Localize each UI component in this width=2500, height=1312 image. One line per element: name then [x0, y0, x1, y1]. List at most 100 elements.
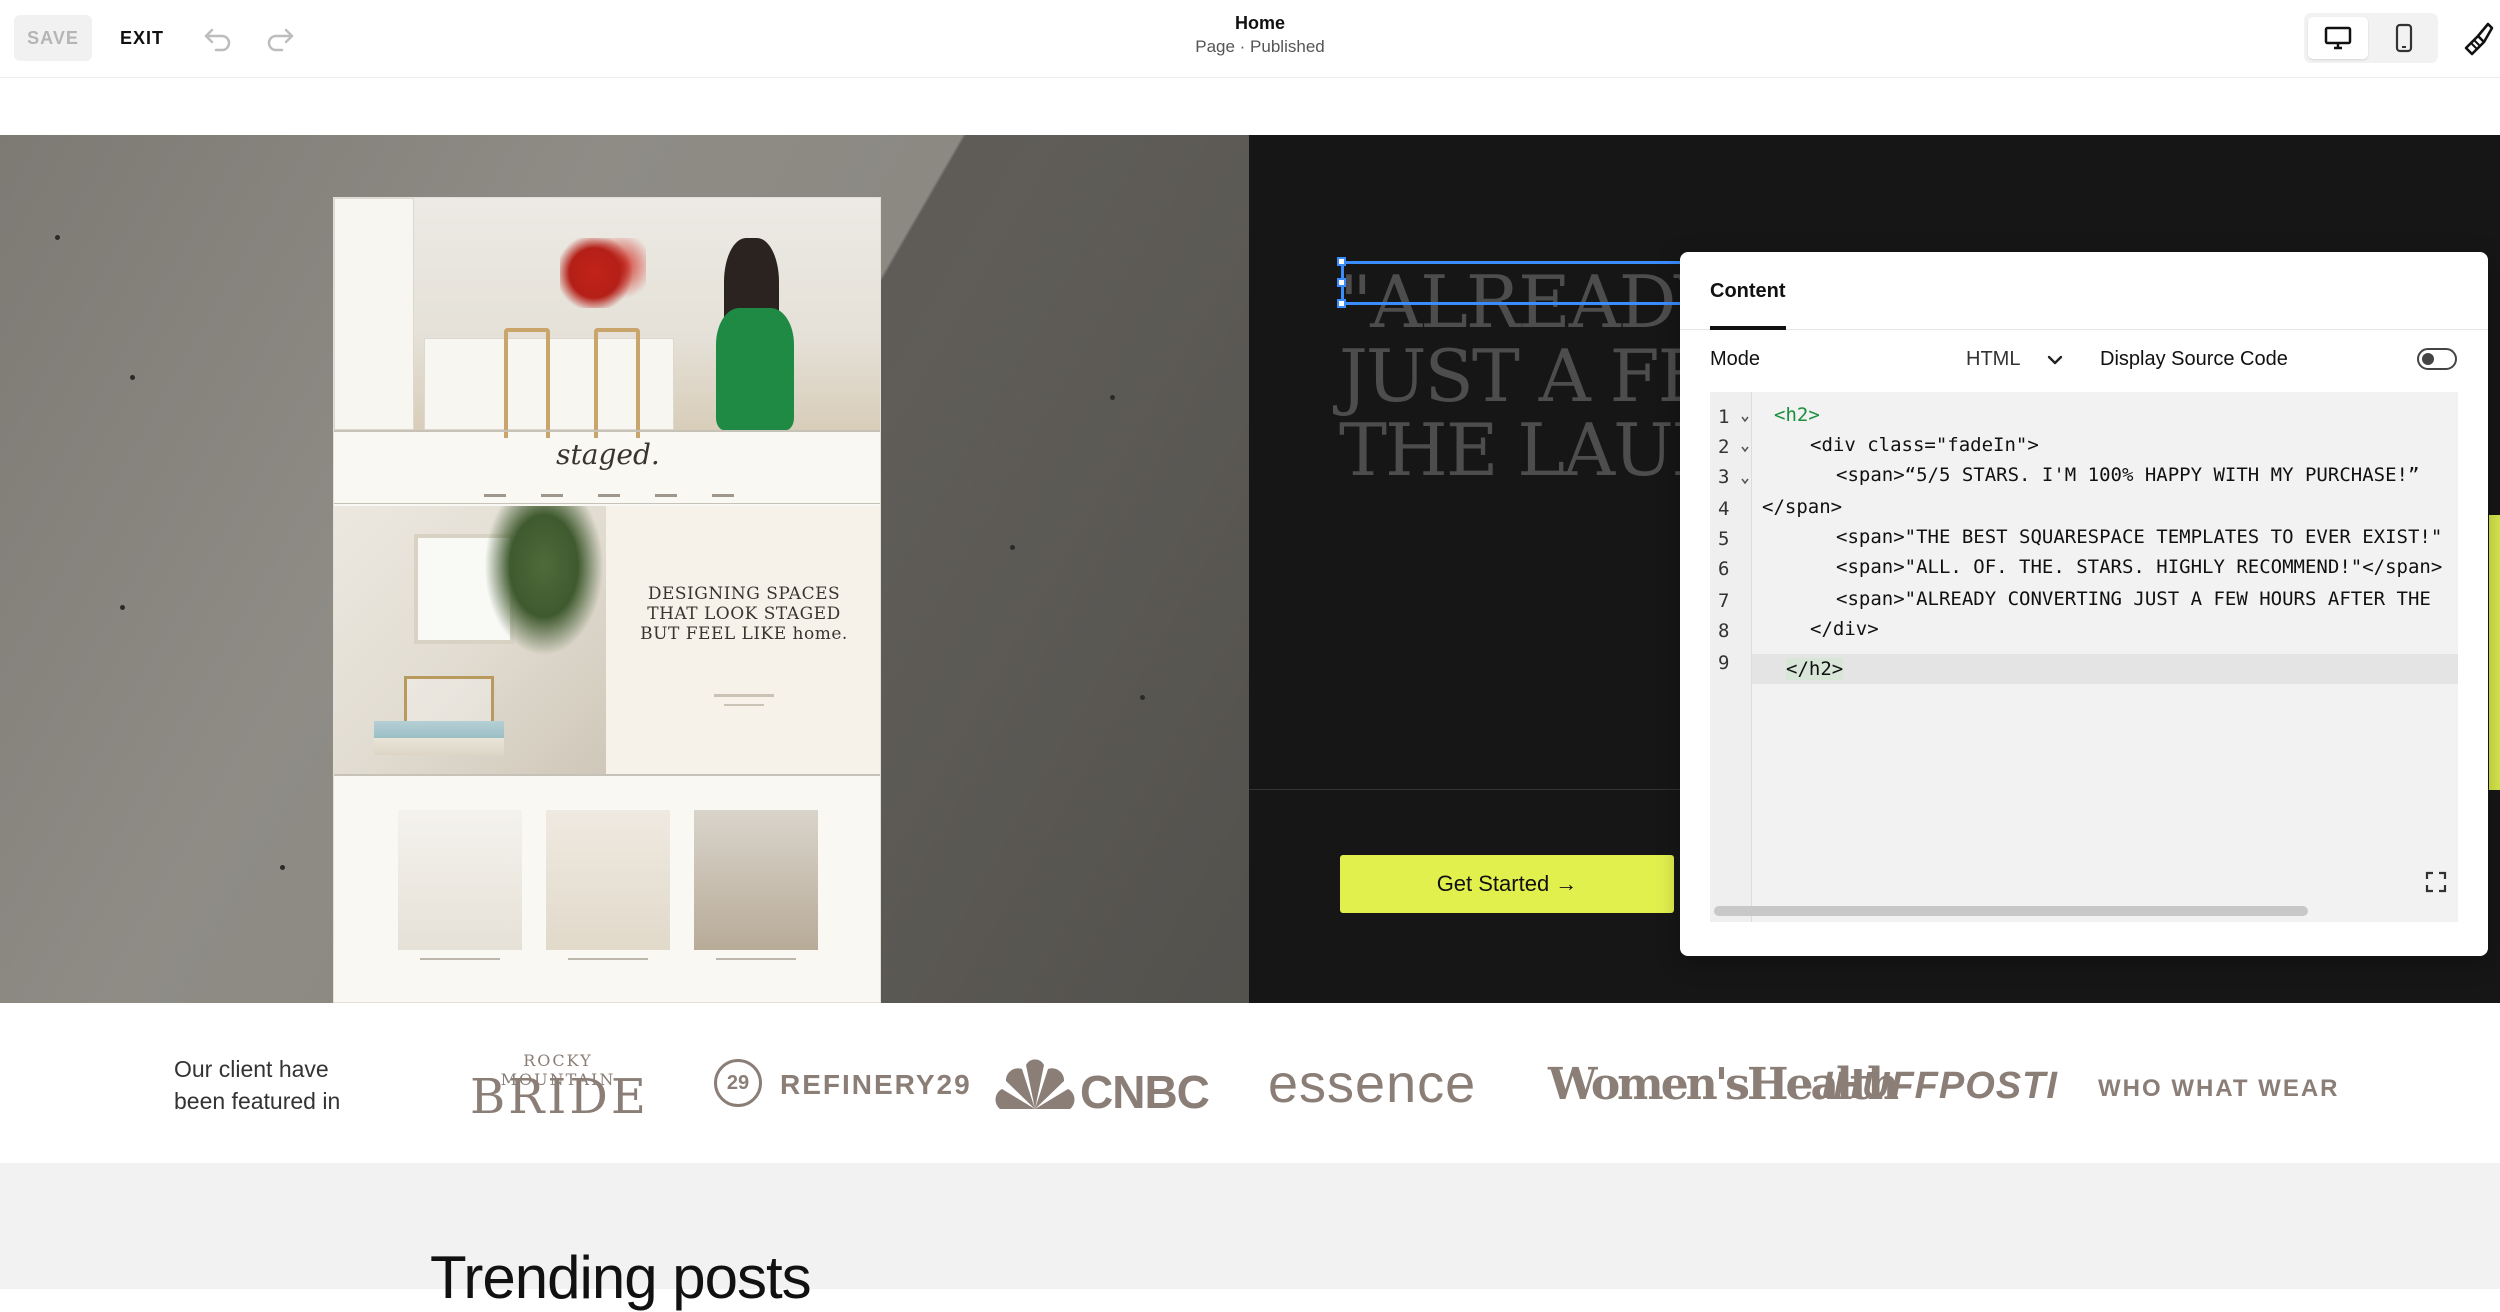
line-number: 7 — [1718, 590, 1730, 612]
nav-item — [655, 494, 677, 497]
mockup-logo: staged. — [556, 438, 660, 471]
green-dress — [716, 308, 794, 430]
cnbc-peacock-icon — [995, 1059, 1075, 1109]
horizontal-scrollbar[interactable] — [1714, 906, 2308, 916]
cabinet — [334, 198, 414, 430]
mockup-divider — [334, 774, 880, 776]
line-gutter: 1 2 3 4 5 6 7 8 9 — [1710, 392, 1752, 922]
mobile-view-button[interactable] — [2374, 17, 2434, 59]
line-number: 8 — [1718, 620, 1730, 642]
mockup-divider — [334, 503, 880, 504]
line-number: 5 — [1718, 528, 1730, 550]
code-editor[interactable]: 1 2 3 4 5 6 7 8 9 <h2> <div class="fadeI… — [1710, 392, 2458, 922]
mockup-nav — [484, 494, 734, 502]
wall-speck — [280, 865, 285, 870]
chair — [504, 328, 550, 438]
mockup-caption — [568, 958, 648, 960]
wall-speck — [1010, 545, 1015, 550]
code-text: <span>"THE BEST SQUARESPACE TEMPLATES TO… — [1836, 526, 2443, 548]
display-source-toggle[interactable] — [2417, 348, 2457, 370]
hero-image-panel[interactable]: staged. DESIGNING SPACES THAT LOOK STAGE… — [0, 135, 1249, 1003]
code-text: <h2> — [1774, 404, 1820, 426]
undo-icon[interactable] — [200, 20, 236, 56]
code-text: </h2> — [1786, 658, 1844, 680]
line-number: 3 — [1718, 466, 1730, 488]
essence-logo: essence — [1268, 1054, 1477, 1114]
refinery29-mark: 29 — [714, 1059, 762, 1107]
mockup-link-underline — [724, 704, 764, 706]
brush-icon[interactable] — [2456, 18, 2496, 58]
toggle-knob — [2422, 353, 2434, 365]
mockup-text-panel: DESIGNING SPACES THAT LOOK STAGED BUT FE… — [606, 506, 880, 774]
selection-handle[interactable] — [1337, 278, 1346, 287]
line-number: 4 — [1718, 498, 1730, 520]
page-status: Page · Published — [1195, 37, 1325, 56]
code-line: <div class="fadeIn"> — [1810, 430, 2039, 460]
mockup-thumbnail — [694, 810, 818, 950]
mockup-caption — [420, 958, 500, 960]
selection-handle[interactable] — [1337, 257, 1346, 266]
wall-speck — [1140, 695, 1145, 700]
page-title[interactable]: Home — [1100, 13, 1420, 34]
selection-handle[interactable] — [1337, 299, 1346, 308]
nav-item — [598, 494, 620, 497]
line-number: 6 — [1718, 558, 1730, 580]
section-title: Trending posts — [430, 1244, 812, 1311]
code-line: <span>“5/5 STARS. I'M 100% HAPPY WITH MY… — [1836, 460, 2419, 490]
redo-icon[interactable] — [262, 20, 298, 56]
fold-chevron-icon[interactable] — [1740, 444, 1750, 454]
glass-box — [404, 676, 494, 724]
mockup-thumbnail — [398, 810, 522, 950]
trending-posts-section: Trending posts — [0, 1163, 2500, 1311]
panel-tabs: Content — [1680, 252, 2488, 330]
code-text: <div class="fadeIn"> — [1810, 434, 2039, 456]
books — [374, 721, 504, 755]
exit-button[interactable]: EXIT — [114, 15, 170, 61]
website-mockup: staged. DESIGNING SPACES THAT LOOK STAGE… — [333, 197, 881, 1003]
section-spacer — [0, 79, 2500, 135]
mode-label: Mode — [1710, 348, 1761, 370]
mockup-heading-line: THAT LOOK STAGED — [647, 604, 841, 624]
code-line: <span>"THE BEST SQUARESPACE TEMPLATES TO… — [1836, 522, 2442, 552]
flower-arrangement — [560, 238, 646, 308]
woman-figure — [694, 238, 804, 430]
scroll-accent — [2489, 515, 2500, 790]
plant — [484, 506, 604, 656]
mockup-divider — [334, 430, 880, 432]
expand-icon[interactable] — [2424, 870, 2448, 894]
code-line: <span>"ALREADY CONVERTING JUST A FEW HOU… — [1836, 584, 2431, 614]
tab-content[interactable]: Content — [1710, 280, 1786, 303]
line-number: 1 — [1718, 406, 1730, 428]
fold-chevron-icon[interactable] — [1740, 414, 1750, 424]
huffpost-logo: IHUFFPOSTI — [1822, 1065, 2058, 1107]
code-line: </div> — [1810, 614, 1879, 644]
who-what-wear-logo: WHO WHAT WEAR — [2098, 1075, 2340, 1102]
save-button[interactable]: SAVE — [14, 15, 92, 61]
code-text: </span> — [1762, 496, 1843, 518]
desktop-icon — [2324, 26, 2352, 50]
mockup-heading-line: BUT FEEL LIKE home. — [640, 624, 848, 644]
code-block-editor: Content Mode HTML Display Source Code 1 … — [1680, 252, 2488, 956]
mockup-link — [714, 694, 774, 697]
device-toggle — [2304, 13, 2438, 63]
code-line: <h2> — [1774, 400, 1820, 430]
featured-label: Our client have been featured in — [174, 1056, 341, 1114]
chevron-down-icon[interactable] — [2044, 348, 2066, 372]
code-text: <span>"ALREADY CONVERTING JUST A FEW HOU… — [1836, 588, 2431, 610]
code-line: <span>"ALL. OF. THE. STARS. HIGHLY RECOM… — [1836, 552, 2442, 582]
code-line: </h2> — [1786, 654, 1844, 684]
wall-speck — [130, 375, 135, 380]
line-number: 9 — [1718, 652, 1730, 674]
code-text: <span>"ALL. OF. THE. STARS. HIGHLY RECOM… — [1836, 556, 2443, 578]
code-line: </span> — [1762, 492, 1842, 522]
mode-dropdown[interactable]: HTML — [1966, 348, 2020, 371]
desktop-view-button[interactable] — [2308, 17, 2368, 59]
nav-item — [541, 494, 563, 497]
mockup-thumbnail — [546, 810, 670, 950]
fold-chevron-icon[interactable] — [1740, 476, 1750, 486]
get-started-button[interactable]: Get Started → — [1340, 855, 1674, 913]
editor-top-bar: SAVE EXIT Home Page · Published — [0, 0, 2500, 78]
active-line-highlight — [1752, 654, 2458, 684]
nav-item — [484, 494, 506, 497]
wall-speck — [120, 605, 125, 610]
